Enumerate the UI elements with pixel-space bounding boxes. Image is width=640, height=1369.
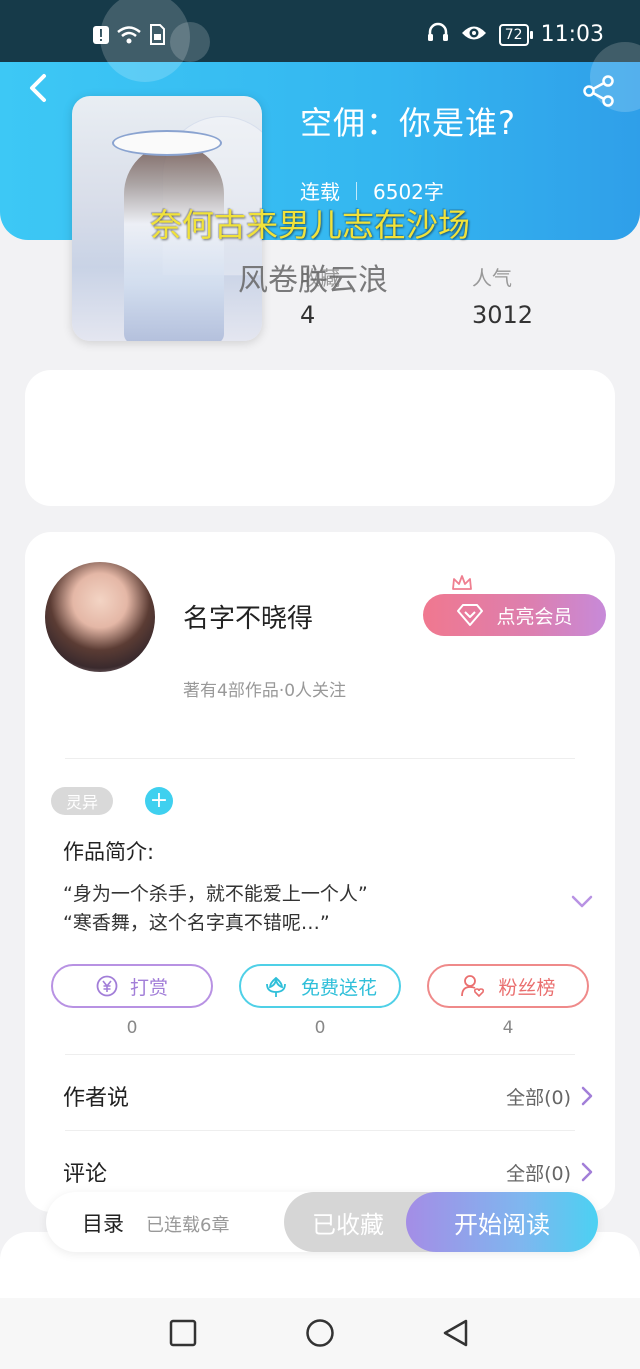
fan-ranking-button[interactable]: 粉丝榜 xyxy=(427,964,589,1008)
comments-title: 评论 xyxy=(63,1162,108,1187)
intro-title: 作品简介: xyxy=(63,840,155,864)
reward-label: 打赏 xyxy=(129,976,168,999)
recent-apps-icon[interactable] xyxy=(168,1318,198,1348)
subtitle-overlay-line2: 风卷朕云浪 xyxy=(238,263,388,298)
author-avatar[interactable] xyxy=(45,562,155,672)
eye-icon xyxy=(461,23,487,47)
battery-icon: 72 xyxy=(498,23,533,46)
back-nav-icon[interactable] xyxy=(441,1318,471,1348)
vip-button[interactable]: 点亮会员 xyxy=(423,594,606,636)
collect-value: 4 xyxy=(300,301,316,329)
fan-ranking-label: 粉丝榜 xyxy=(498,976,556,999)
popularity-label: 人气 xyxy=(472,266,512,290)
author-says-title: 作者说 xyxy=(63,1086,130,1111)
toc-chapter-count[interactable]: 已连载6章 xyxy=(146,1211,229,1237)
popularity-value: 3012 xyxy=(472,301,534,329)
author-says-more[interactable]: 全部(0) xyxy=(506,1083,593,1110)
divider xyxy=(65,758,575,759)
author-subtitle: 著有4部作品·0人关注 xyxy=(183,681,347,701)
reward-button[interactable]: 打赏 xyxy=(51,964,213,1008)
vip-button-label: 点亮会员 xyxy=(496,605,573,628)
chevron-down-icon[interactable] xyxy=(571,894,593,910)
chevron-left-icon xyxy=(30,74,46,102)
back-button[interactable] xyxy=(22,70,58,106)
home-icon[interactable] xyxy=(305,1318,335,1348)
add-tag-button[interactable]: + xyxy=(145,787,173,815)
book-detail-card: 名字不晓得 著有4部作品·0人关注 点亮会员 灵异 + 作品简介: “身为一个杀… xyxy=(25,532,615,1212)
chevron-right-icon xyxy=(581,1162,593,1182)
intro-line: “身为一个杀手，就不能爱上一个人” xyxy=(63,883,368,905)
user-heart-icon xyxy=(461,975,485,998)
share-button[interactable] xyxy=(582,74,616,108)
fan-count: 4 xyxy=(502,1018,514,1038)
flower-count: 0 xyxy=(314,1018,326,1038)
genre-tag[interactable]: 灵异 xyxy=(51,787,113,815)
popularity-stat: 人气 3012 xyxy=(472,262,533,329)
toc-button[interactable]: 目录 xyxy=(82,1208,124,1238)
share-icon xyxy=(583,75,614,107)
book-title: 空佣：你是谁? xyxy=(300,104,516,142)
start-reading-button[interactable]: 开始阅读 xyxy=(406,1192,598,1252)
author-says-row[interactable]: 作者说 全部(0) xyxy=(63,1080,593,1112)
author-name[interactable]: 名字不晓得 xyxy=(183,598,313,635)
chevron-right-icon xyxy=(581,1086,593,1106)
send-flower-button[interactable]: 免费送花 xyxy=(239,964,401,1008)
comments-row[interactable]: 评论 全部(0) xyxy=(63,1156,593,1188)
flower-icon xyxy=(266,976,286,997)
reward-count: 0 xyxy=(126,1018,138,1038)
crown-icon xyxy=(452,575,472,590)
system-nav-bar xyxy=(0,1298,640,1369)
send-flower-label: 免费送花 xyxy=(300,976,377,999)
intro-line: “寒香舞，这个名字真不错呢…” xyxy=(63,912,330,934)
headphones-icon xyxy=(427,22,449,47)
clock: 11:03 xyxy=(540,22,604,47)
divider xyxy=(65,1054,575,1055)
coin-icon xyxy=(96,975,118,997)
diamond-icon xyxy=(457,604,484,626)
bottom-action-bar: 目录 已连载6章 已收藏 开始阅读 xyxy=(46,1192,598,1252)
subtitle-overlay-line1: 奈何古来男儿志在沙场 xyxy=(150,206,471,244)
divider xyxy=(65,1130,575,1131)
intro-text: “身为一个杀手，就不能爱上一个人” “寒香舞，这个名字真不错呢…” xyxy=(63,880,368,938)
status-bar: 72 11:03 xyxy=(0,0,640,64)
comments-more[interactable]: 全部(0) xyxy=(506,1159,593,1186)
placeholder-card xyxy=(25,370,615,506)
